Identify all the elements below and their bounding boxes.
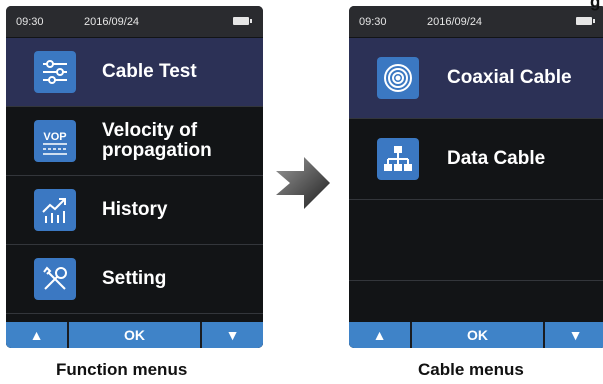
- ok-button[interactable]: OK: [412, 322, 543, 348]
- coax-target-icon: [377, 57, 419, 99]
- menu-item-label: Coaxial Cable: [447, 67, 572, 88]
- status-bar: 09:30 2016/09/24: [6, 6, 263, 37]
- status-date: 2016/09/24: [84, 16, 140, 28]
- status-time: 09:30: [16, 16, 44, 28]
- menu-item-label: Velocity of propagation: [102, 120, 212, 161]
- cropped-text-fragment: g: [590, 0, 601, 11]
- softkey-bar: ▲ OK ▼: [6, 322, 263, 348]
- status-bar: 09:30 2016/09/24: [349, 6, 603, 37]
- arrow-right-icon: [276, 157, 330, 209]
- menu-item-label: Cable Test: [102, 61, 197, 82]
- up-button[interactable]: ▲: [6, 322, 67, 348]
- function-menu-screen: 09:30 2016/09/24 Cable Test VOP Velocity…: [6, 6, 263, 348]
- battery-icon: [576, 17, 595, 25]
- softkey-bar: ▲ OK ▼: [349, 322, 603, 348]
- wrench-screwdriver-icon: [34, 258, 76, 300]
- menu-item-label: Data Cable: [447, 148, 546, 169]
- menu-item-setting[interactable]: Setting: [6, 245, 263, 314]
- function-menu-list: Cable Test VOP Velocity of propagation H…: [6, 38, 263, 314]
- down-button[interactable]: ▼: [202, 322, 263, 348]
- status-time: 09:30: [359, 16, 387, 28]
- up-button[interactable]: ▲: [349, 322, 410, 348]
- cable-menu-list: Coaxial Cable Data Cable: [349, 38, 603, 281]
- status-date: 2016/09/24: [427, 16, 483, 28]
- menu-item-coaxial-cable[interactable]: Coaxial Cable: [349, 38, 603, 119]
- empty-menu-row: [349, 200, 603, 281]
- ok-button[interactable]: OK: [69, 322, 200, 348]
- menu-item-velocity-of-propagation[interactable]: VOP Velocity of propagation: [6, 107, 263, 176]
- down-button[interactable]: ▼: [545, 322, 603, 348]
- sliders-icon: [34, 51, 76, 93]
- menu-item-label: History: [102, 199, 168, 220]
- menu-item-history[interactable]: History: [6, 176, 263, 245]
- chart-trend-icon: [34, 189, 76, 231]
- battery-icon: [233, 17, 252, 25]
- menu-item-data-cable[interactable]: Data Cable: [349, 119, 603, 200]
- caption-function-menus: Function menus: [56, 360, 188, 379]
- caption-cable-menus: Cable menus: [418, 360, 524, 379]
- vop-icon-text: VOP: [43, 131, 66, 143]
- vop-icon: VOP: [34, 120, 76, 162]
- cable-menu-screen: 09:30 2016/09/24 Coaxial Cable Data Cabl…: [349, 6, 603, 348]
- menu-item-label: Setting: [102, 268, 167, 289]
- network-tree-icon: [377, 138, 419, 180]
- menu-item-cable-test[interactable]: Cable Test: [6, 38, 263, 107]
